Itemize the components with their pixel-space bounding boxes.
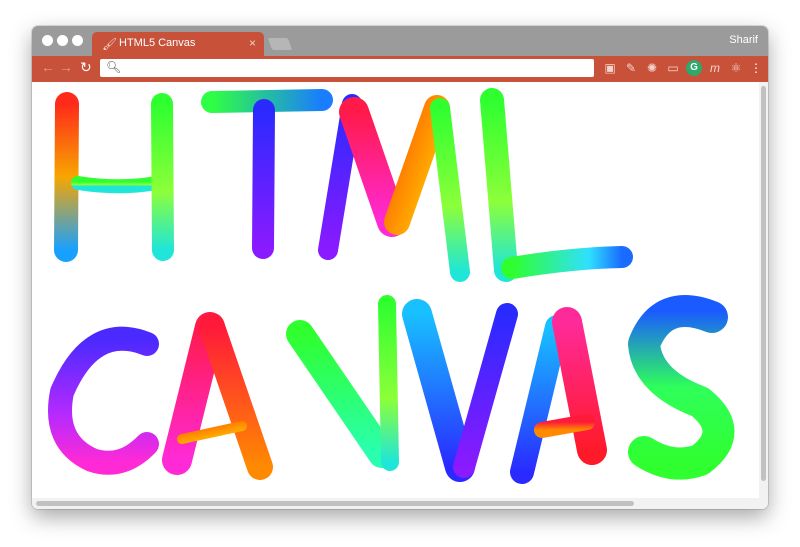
tab-html5-canvas[interactable]: 🖌 HTML5 Canvas × (92, 32, 264, 56)
horizontal-scrollbar-thumb[interactable] (36, 501, 634, 506)
letter-h-crossbar (71, 175, 169, 194)
eyedropper-icon[interactable]: ✎ (623, 60, 639, 76)
letter-v-right-stroke (453, 303, 518, 478)
letter-m-right-leg (430, 98, 470, 282)
cast-icon[interactable]: ▣ (602, 60, 618, 76)
grammarly-icon[interactable]: G (686, 60, 702, 76)
letter-v-left-stroke (402, 299, 475, 482)
minimize-window-button[interactable] (57, 35, 68, 46)
vertical-scrollbar-thumb[interactable] (761, 86, 766, 481)
gear-icon[interactable]: ✺ (644, 60, 660, 76)
letter-m-diagonal-2 (384, 95, 450, 235)
reload-icon[interactable]: ↻ (80, 59, 92, 76)
new-tab-button[interactable] (267, 38, 293, 50)
back-icon[interactable]: ← (41, 59, 55, 75)
letter-s-stroke (628, 295, 735, 480)
letter-n-diagonal (286, 320, 396, 468)
react-icon[interactable]: ⚛ (728, 60, 744, 76)
profile-name[interactable]: Sharif (729, 34, 758, 46)
menu-dots-icon[interactable]: ⋮ (748, 60, 764, 76)
page-content (32, 82, 759, 498)
letter-h-right-stroke (151, 93, 174, 261)
letter-l-base (501, 246, 633, 279)
letter-t-stem (252, 99, 275, 259)
paintbrush-icon: 🖌 (102, 37, 118, 51)
window-icon[interactable]: ▭ (665, 60, 681, 76)
letter-m-diagonal-1 (339, 97, 407, 237)
title-bar: 🖌 HTML5 Canvas × Sharif (32, 26, 768, 56)
tab-title: HTML5 Canvas (119, 37, 196, 49)
close-tab-icon[interactable]: × (249, 36, 256, 50)
address-bar[interactable]: 🔍︎ (100, 59, 594, 77)
close-window-button[interactable] (42, 35, 53, 46)
toolbar: ← → ↻ 🔍︎ ▣ ✎ ✺ ▭ G m ⚛ ⋮ (32, 56, 768, 82)
letter-h-left-stroke (54, 92, 79, 262)
letter-a2-crossbar (534, 414, 595, 438)
letter-a1-right-leg (199, 314, 273, 480)
maximize-window-button[interactable] (72, 35, 83, 46)
letter-c-stroke (48, 326, 159, 475)
forward-icon[interactable]: → (59, 59, 73, 75)
letter-l-stem (480, 88, 518, 282)
letter-a2-left-leg (510, 315, 569, 484)
horizontal-scrollbar[interactable] (32, 498, 768, 509)
letter-n-right-leg (378, 295, 399, 471)
browser-window: 🖌 HTML5 Canvas × Sharif ← → ↻ 🔍︎ ▣ ✎ ✺ ▭… (32, 26, 768, 509)
vertical-scrollbar[interactable] (759, 82, 768, 498)
drawing-canvas[interactable] (32, 82, 759, 498)
search-icon: 🔍︎ (106, 60, 122, 74)
m-icon[interactable]: m (707, 60, 723, 76)
